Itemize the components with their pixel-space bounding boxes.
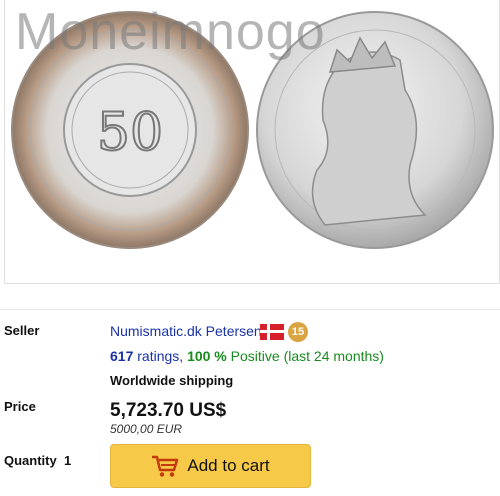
ratings-count: 617 xyxy=(110,348,134,364)
add-to-cart-button[interactable]: Add to cart xyxy=(110,444,311,488)
positive-percent: 100 % xyxy=(187,348,227,364)
coin-value-text: 50 xyxy=(97,103,163,163)
quantity-value: 1 xyxy=(64,453,72,468)
seller-label: Seller xyxy=(4,323,40,338)
add-to-cart-label: Add to cart xyxy=(187,456,270,475)
price-label: Price xyxy=(4,399,36,414)
price-value: 5,723.70 US$ xyxy=(110,400,227,421)
positive-text: Positive (last 24 months) xyxy=(230,348,384,364)
ratings-word: ratings, xyxy=(137,348,184,364)
seller-ratings[interactable]: 617 ratings, 100 % Positive (last 24 mon… xyxy=(110,348,384,364)
seller-name-link[interactable]: Numismatic.dk Petersen xyxy=(110,323,262,339)
seller-level-badge: 15 xyxy=(288,322,308,342)
quantity-label: Quantity xyxy=(4,453,57,468)
denmark-flag-icon xyxy=(260,324,284,340)
watermark-text: Moneimnogo xyxy=(15,3,326,61)
product-photo[interactable]: 50 Moneimnogo xyxy=(4,0,500,284)
cart-icon xyxy=(152,455,179,477)
original-price: 5000,00 EUR xyxy=(110,422,183,436)
shipping-info: Worldwide shipping xyxy=(110,373,234,388)
divider xyxy=(0,309,500,310)
